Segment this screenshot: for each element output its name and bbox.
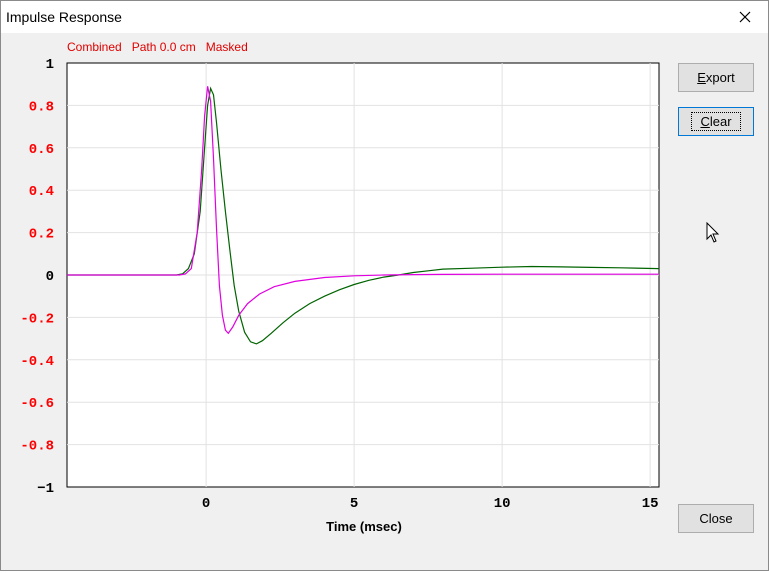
y-tick-labels: 1 0.8 0.6 0.4 0.2 0 -0.2 -0.4 -0.6 -0.8 −1 <box>20 57 54 497</box>
y-tick-label: -0.2 <box>20 311 54 327</box>
clear-label: lear <box>709 114 732 129</box>
y-tick-label: -0.6 <box>20 396 54 412</box>
close-icon <box>739 11 751 23</box>
x-tick-label: 10 <box>494 496 511 512</box>
y-tick-label: −1 <box>37 481 54 497</box>
impulse-response-window: Impulse Response Combined Path 0.0 cm Mask… <box>0 0 769 571</box>
x-axis-label: Time (msec) <box>326 519 402 534</box>
title-bar: Impulse Response <box>1 1 768 33</box>
impulse-response-chart: 10.80.60.40.20-0.2-0.4-0.6-0.8−1 0 5 10 15 … <box>20 57 660 534</box>
close-button[interactable]: Close <box>678 504 754 533</box>
mouse-pointer-icon <box>706 222 720 243</box>
y-tick-label: 0.2 <box>29 227 54 243</box>
y-tick-label: -0.8 <box>20 439 54 455</box>
export-underline: E <box>697 70 706 85</box>
clear-button[interactable]: Clear <box>678 107 754 136</box>
y-tick-label: 0.8 <box>29 99 54 115</box>
close-window-button[interactable] <box>722 1 768 33</box>
y-tick-label: 0 <box>46 269 54 285</box>
export-label: xport <box>705 70 735 85</box>
x-tick-label: 5 <box>350 496 358 512</box>
x-tick-label: 0 <box>202 496 210 512</box>
y-tick-label: 1 <box>46 57 54 73</box>
y-tick-label: 0.4 <box>29 184 54 200</box>
x-tick-label: 15 <box>642 496 659 512</box>
y-tick-label: 0.6 <box>29 142 54 158</box>
clear-underline: C <box>700 114 710 129</box>
export-button[interactable]: Export <box>678 63 754 92</box>
window-title: Impulse Response <box>6 9 122 25</box>
x-tick-labels: 0 5 10 15 <box>202 496 659 512</box>
y-tick-label: -0.4 <box>20 354 54 370</box>
